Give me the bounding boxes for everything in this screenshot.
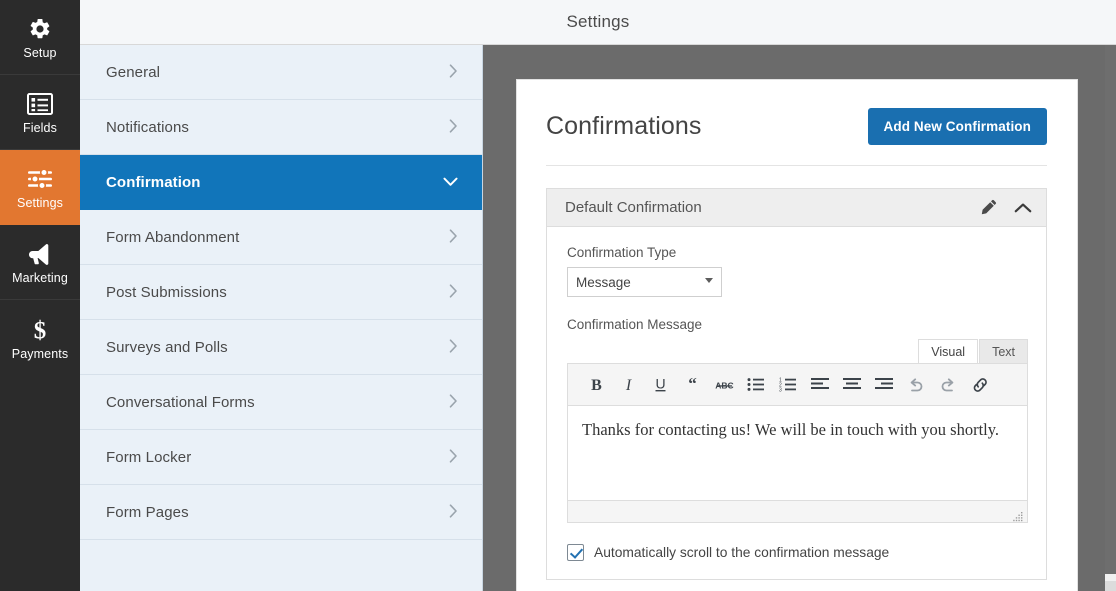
tab-text[interactable]: Text [979, 339, 1028, 363]
align-left-icon[interactable] [804, 369, 836, 401]
scrollbar-thumb[interactable] [1105, 0, 1116, 574]
auto-scroll-label: Automatically scroll to the confirmation… [594, 545, 889, 560]
auto-scroll-row: Automatically scroll to the confirmation… [567, 544, 1028, 561]
chevron-right-icon [449, 394, 458, 411]
page-scrollbar[interactable] [1105, 0, 1116, 591]
confirmation-message-label: Confirmation Message [567, 317, 1028, 332]
menu-topbar-spacer [80, 0, 483, 45]
numbered-list-icon[interactable]: 123 [772, 369, 804, 401]
settings-menu-item-confirmation[interactable]: Confirmation [80, 155, 482, 210]
menu-item-label: Post Submissions [106, 284, 227, 301]
add-new-confirmation-button[interactable]: Add New Confirmation [868, 108, 1048, 145]
undo-icon[interactable] [900, 369, 932, 401]
rail-item-label: Settings [17, 197, 63, 210]
rail-item-label: Setup [23, 47, 56, 60]
confirmation-block-body: Confirmation Type Message Show Page Go t… [547, 227, 1046, 579]
menu-item-label: Surveys and Polls [106, 339, 228, 356]
chevron-up-icon[interactable] [1014, 202, 1032, 214]
confirmation-type-label: Confirmation Type [567, 245, 1028, 260]
rail-item-label: Fields [23, 122, 57, 135]
svg-text:I: I [624, 377, 631, 393]
settings-menu-item-surveys-and-polls[interactable]: Surveys and Polls [80, 320, 482, 375]
gear-icon [28, 14, 52, 44]
svg-text:B: B [591, 377, 602, 393]
menu-item-label: Form Abandonment [106, 229, 239, 246]
svg-text:“: “ [688, 376, 697, 393]
list-panel-icon [27, 89, 53, 119]
sliders-icon [27, 164, 53, 194]
chevron-down-icon [443, 175, 458, 190]
settings-menu-item-form-pages[interactable]: Form Pages [80, 485, 482, 540]
settings-menu-item-form-locker[interactable]: Form Locker [80, 430, 482, 485]
pencil-icon[interactable] [980, 199, 997, 216]
page-title: Confirmations [546, 112, 702, 141]
preview-stage: Confirmations Add New Confirmation Defau… [483, 0, 1116, 591]
chevron-right-icon [449, 284, 458, 301]
italic-icon[interactable]: I [612, 369, 644, 401]
editor-toolbar: B I U “ [567, 363, 1028, 406]
settings-menu-item-post-submissions[interactable]: Post Submissions [80, 265, 482, 320]
blockquote-icon[interactable]: “ [676, 369, 708, 401]
auto-scroll-checkbox[interactable] [567, 544, 584, 561]
svg-text:$: $ [34, 317, 47, 343]
bold-icon[interactable]: B [580, 369, 612, 401]
link-icon[interactable] [964, 369, 996, 401]
strikethrough-icon[interactable]: ABC [708, 369, 740, 401]
settings-menu-panel: General Notifications Confirmation Form … [80, 0, 483, 591]
redo-icon[interactable] [932, 369, 964, 401]
settings-menu-list: General Notifications Confirmation Form … [80, 45, 483, 591]
primary-nav-rail: Setup Fields Settings Marketing $ Paymen… [0, 0, 80, 591]
align-right-icon[interactable] [868, 369, 900, 401]
menu-item-label: Confirmation [106, 174, 201, 191]
rail-item-settings[interactable]: Settings [0, 150, 80, 225]
settings-menu-item-general[interactable]: General [80, 45, 482, 100]
chevron-right-icon [449, 229, 458, 246]
menu-item-label: General [106, 64, 160, 81]
rail-item-label: Payments [12, 348, 68, 361]
rail-item-label: Marketing [12, 272, 68, 285]
menu-item-label: Notifications [106, 119, 189, 136]
dollar-icon: $ [30, 315, 50, 345]
menu-list-filler [80, 540, 482, 591]
rail-item-payments[interactable]: $ Payments [0, 300, 80, 375]
megaphone-icon [27, 239, 53, 269]
scroll-down-arrow[interactable] [1105, 581, 1116, 591]
chevron-right-icon [449, 119, 458, 136]
tab-visual[interactable]: Visual [918, 339, 978, 363]
align-center-icon[interactable] [836, 369, 868, 401]
card-header: Confirmations Add New Confirmation [546, 108, 1047, 166]
underline-icon[interactable]: U [644, 369, 676, 401]
settings-menu-item-conversational-forms[interactable]: Conversational Forms [80, 375, 482, 430]
rail-item-fields[interactable]: Fields [0, 75, 80, 150]
settings-menu-item-form-abandonment[interactable]: Form Abandonment [80, 210, 482, 265]
editor-mode-tabs: Visual Text [567, 339, 1028, 363]
rail-item-setup[interactable]: Setup [0, 0, 80, 75]
chevron-right-icon [449, 504, 458, 521]
chevron-right-icon [449, 64, 458, 81]
editor-status-bar [567, 501, 1028, 523]
rail-item-marketing[interactable]: Marketing [0, 225, 80, 300]
svg-text:3: 3 [779, 387, 782, 392]
settings-menu-item-notifications[interactable]: Notifications [80, 100, 482, 155]
confirmations-card: Confirmations Add New Confirmation Defau… [516, 79, 1078, 591]
bulleted-list-icon[interactable] [740, 369, 772, 401]
confirmation-name: Default Confirmation [565, 199, 702, 216]
editor-content-area[interactable]: Thanks for contacting us! We will be in … [567, 406, 1028, 501]
confirmation-block-header: Default Confirmation [547, 189, 1046, 227]
resize-grip-icon[interactable] [1013, 509, 1023, 519]
confirmation-block: Default Confirmation Confirmation Type [546, 188, 1047, 580]
confirmation-type-select[interactable]: Message Show Page Go to URL (Redirect) [567, 267, 722, 297]
menu-item-label: Form Pages [106, 504, 189, 521]
menu-item-label: Form Locker [106, 449, 191, 466]
svg-text:U: U [655, 376, 665, 392]
chevron-right-icon [449, 339, 458, 356]
rich-text-editor: Visual Text B I [567, 339, 1028, 523]
confirmation-type-select-wrap: Message Show Page Go to URL (Redirect) [567, 267, 722, 297]
chevron-right-icon [449, 449, 458, 466]
settings-screen: Setup Fields Settings Marketing $ Paymen… [0, 0, 1116, 591]
menu-item-label: Conversational Forms [106, 394, 255, 411]
